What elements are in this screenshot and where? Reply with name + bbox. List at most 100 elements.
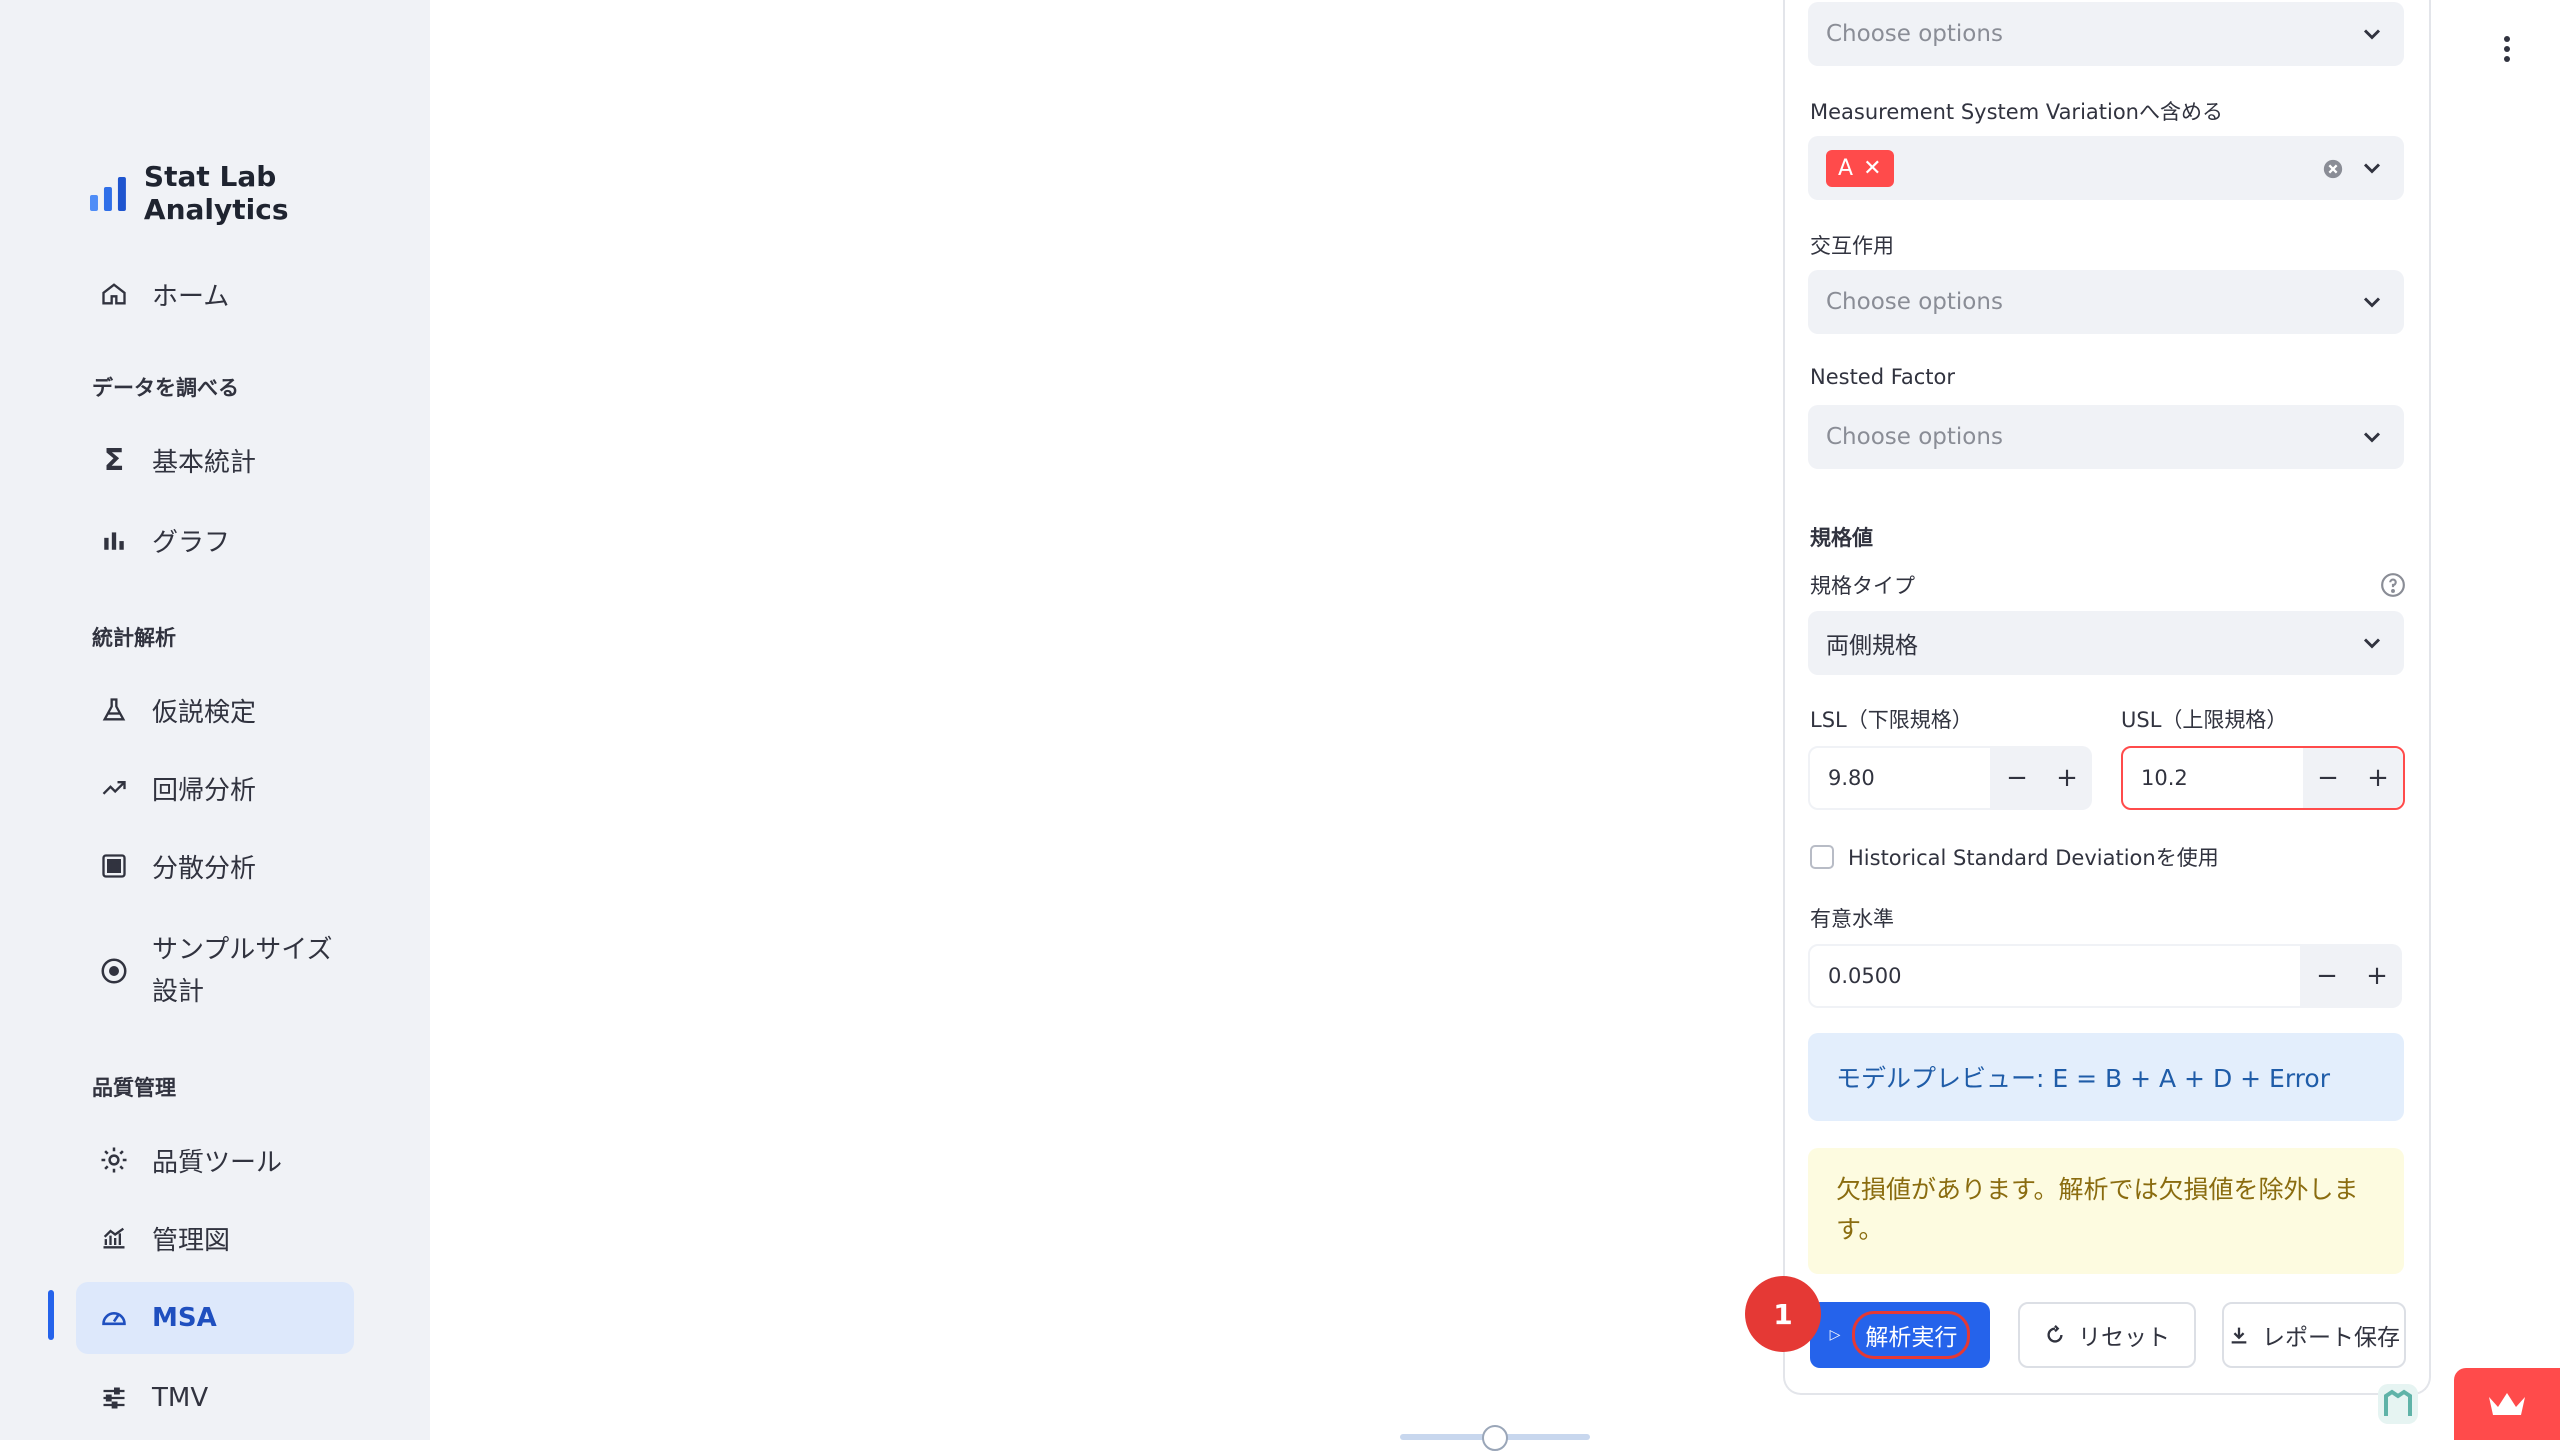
brand[interactable]: Stat Lab Analytics: [88, 160, 430, 226]
chevron-down-icon: [2363, 29, 2381, 40]
nav-msa[interactable]: MSA: [76, 1282, 354, 1354]
save-report-label: レポート保存: [2262, 1325, 2400, 1351]
interaction-multiselect[interactable]: Choose options: [1808, 270, 2404, 334]
refresh-icon: [2047, 1325, 2063, 1343]
alpha-decrement-button[interactable]: −: [2302, 944, 2352, 1008]
nav-section-stats: 統計解析: [92, 626, 176, 650]
alpha-increment-button[interactable]: +: [2352, 944, 2402, 1008]
alpha-input[interactable]: 0.0500: [1808, 944, 2302, 1008]
nav-sample-size-line2: 設計: [152, 977, 205, 1007]
msv-label: Measurement System Variationへ含める: [1810, 100, 2223, 124]
nav-sample-size-line1: サンプルサイズ: [152, 935, 333, 965]
nav-basic-stats[interactable]: Σ 基本統計: [76, 436, 354, 484]
nav-control-chart-label: 管理図: [152, 1225, 231, 1256]
sidebar: Stat Lab Analytics ホーム データを調べる Σ 基本統計 グラ…: [0, 0, 430, 1440]
nav-tmv-label: TMV: [152, 1383, 209, 1413]
run-analysis-label: 解析実行: [1852, 1311, 1971, 1359]
msv-tag-label: A: [1838, 155, 1854, 181]
lsl-input[interactable]: 9.80: [1808, 746, 1992, 810]
reset-label: リセット: [2078, 1325, 2170, 1351]
nav-anova-label: 分散分析: [152, 853, 257, 884]
nav-sample-size-label: サンプルサイズ 設計: [152, 929, 332, 1013]
nested-factor-multiselect[interactable]: Choose options: [1808, 405, 2404, 469]
target-icon: [98, 955, 130, 987]
bar-chart-logo-icon: [89, 177, 126, 211]
usl-stepper: 10.2 − +: [2121, 746, 2405, 810]
clear-icon[interactable]: [2322, 158, 2344, 180]
streamlit-badge[interactable]: [2454, 1368, 2560, 1440]
home-icon: [98, 278, 130, 310]
nav-hypothesis[interactable]: 仮説検定: [76, 686, 354, 734]
gear-icon: [98, 1144, 130, 1176]
more-vertical-icon[interactable]: [2500, 34, 2514, 64]
lsl-decrement-button[interactable]: −: [1992, 746, 2042, 810]
lsl-increment-button[interactable]: +: [2042, 746, 2092, 810]
run-analysis-button[interactable]: ▷ 解析実行: [1810, 1302, 1990, 1368]
historical-sd-checkbox-row[interactable]: Historical Standard Deviationを使用: [1810, 842, 2219, 872]
download-icon: [2231, 1327, 2247, 1344]
usl-decrement-button[interactable]: −: [2303, 748, 2353, 808]
nav-msa-label: MSA: [152, 1303, 217, 1333]
top-multiselect[interactable]: Choose options: [1808, 2, 2404, 66]
crown-icon: [2489, 1393, 2525, 1415]
reset-button[interactable]: リセット: [2018, 1302, 2196, 1368]
nav-home-label: ホーム: [152, 281, 230, 312]
nav-quality-tools[interactable]: 品質ツール: [76, 1136, 354, 1184]
alpha-label: 有意水準: [1810, 907, 1894, 931]
missing-values-warning: 欠損値があります。解析では欠損値を除外します。: [1808, 1148, 2404, 1274]
help-icon[interactable]: [2380, 572, 2406, 598]
sliders-icon: [98, 1382, 130, 1414]
play-icon: ▷: [1829, 1327, 1841, 1343]
interaction-placeholder: Choose options: [1826, 289, 2003, 315]
nav-tmv[interactable]: TMV: [76, 1374, 354, 1422]
brand-name: Stat Lab Analytics: [143, 160, 289, 226]
alpha-stepper: 0.0500 − +: [1808, 944, 2402, 1008]
spec-type-label: 規格タイプ: [1810, 574, 1915, 598]
top-multiselect-placeholder: Choose options: [1826, 21, 2003, 47]
nav-section-quality: 品質管理: [92, 1076, 176, 1100]
lsl-label: LSL（下限規格）: [1810, 708, 1973, 732]
nav-quality-tools-label: 品質ツール: [152, 1147, 283, 1178]
tag-remove-icon[interactable]: ✕: [1863, 156, 1881, 181]
spec-header: 規格値: [1810, 526, 1873, 550]
resize-knob[interactable]: [1482, 1425, 1508, 1451]
nav-regression-label: 回帰分析: [152, 775, 257, 806]
chevron-down-icon: [2363, 432, 2381, 443]
usl-input[interactable]: 10.2: [2123, 748, 2303, 808]
usl-increment-button[interactable]: +: [2353, 748, 2403, 808]
nav-anova[interactable]: 分散分析: [76, 842, 354, 890]
spec-type-select[interactable]: 両側規格: [1808, 611, 2404, 675]
msv-tag[interactable]: A ✕: [1826, 149, 1894, 187]
gauge-icon: [98, 1302, 130, 1334]
flask-icon: [98, 694, 130, 726]
nav-regression[interactable]: 回帰分析: [76, 764, 354, 812]
bar-chart-icon: [98, 524, 130, 556]
nav-graph[interactable]: グラフ: [76, 516, 354, 564]
usl-label: USL（上限規格）: [2121, 708, 2288, 732]
lsl-stepper: 9.80 − +: [1808, 746, 2092, 810]
nested-factor-label: Nested Factor: [1810, 365, 1956, 389]
nested-factor-placeholder: Choose options: [1826, 424, 2003, 450]
nav-home[interactable]: ホーム: [76, 270, 354, 318]
nav-graph-label: グラフ: [152, 527, 231, 558]
sigma-icon: Σ: [103, 442, 125, 478]
step-badge: 1: [1745, 1276, 1821, 1352]
historical-sd-label: Historical Standard Deviationを使用: [1848, 846, 2219, 870]
chart-line-icon: [98, 1222, 130, 1254]
spec-type-value: 両側規格: [1826, 633, 1918, 659]
assistant-icon[interactable]: [2376, 1382, 2420, 1426]
nav-sample-size[interactable]: サンプルサイズ 設計: [76, 926, 354, 1016]
chevron-down-icon: [2363, 638, 2381, 649]
save-report-button[interactable]: レポート保存: [2222, 1302, 2406, 1368]
nav-hypothesis-label: 仮説検定: [152, 697, 257, 728]
chevron-down-icon: [2363, 297, 2381, 308]
msv-multiselect[interactable]: A ✕: [1808, 136, 2404, 200]
chevron-down-icon: [2363, 163, 2381, 174]
nav-active-indicator: [48, 1290, 54, 1340]
nav-section-explore: データを調べる: [92, 376, 239, 400]
nav-control-chart[interactable]: 管理図: [76, 1214, 354, 1262]
nav-basic-stats-label: 基本統計: [152, 447, 257, 478]
trending-up-icon: [98, 772, 130, 804]
historical-sd-checkbox[interactable]: [1810, 845, 1834, 869]
interaction-label: 交互作用: [1810, 234, 1894, 258]
